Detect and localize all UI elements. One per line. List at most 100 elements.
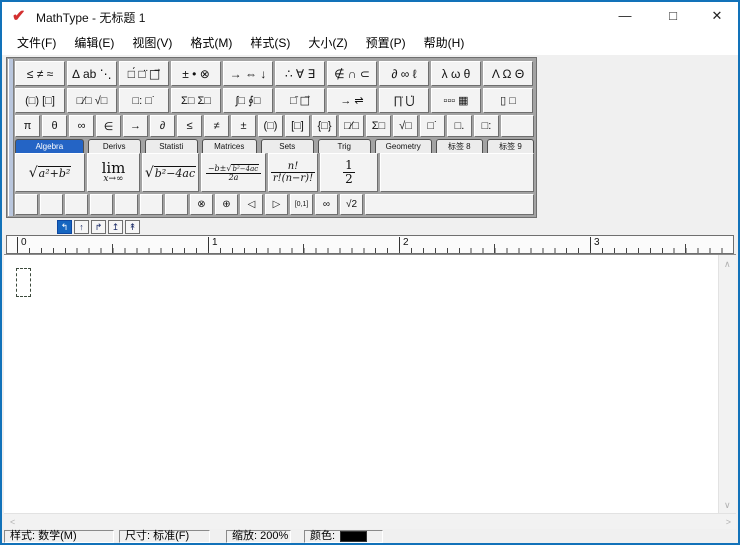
template-row-empty-area [380, 153, 534, 192]
empty-slot-button[interactable] [140, 194, 163, 215]
sqrt2-button[interactable]: √2 [340, 194, 363, 215]
palette-greek-upper-button[interactable]: Λ Ω Θ [483, 61, 533, 86]
quadratic-expression: −b±√b²−4ac 2a [206, 164, 261, 182]
tab-statistics[interactable]: Statisti [145, 139, 198, 153]
palette-matrix-button[interactable]: ▫▫▫ ▦ [431, 88, 481, 113]
symbol-neq-button[interactable]: ≠ [204, 115, 229, 137]
template-one-half-button[interactable]: 1 2 [320, 153, 378, 192]
symbol-partial-button[interactable]: ∂ [150, 115, 175, 137]
tab-label-9[interactable]: 标签 9 [487, 139, 534, 153]
tab-label-8[interactable]: 标签 8 [436, 139, 483, 153]
menu-file[interactable]: 文件(F) [8, 31, 65, 54]
equation-canvas[interactable]: ∧ ∨ < > [4, 254, 736, 531]
scroll-down-icon[interactable]: ∨ [724, 501, 731, 510]
close-button[interactable]: ✕ [700, 2, 734, 30]
palette-set-theory-button[interactable]: ∉ ∩ ⊂ [327, 61, 377, 86]
radicand-text: a²+b² [38, 166, 72, 180]
circle-plus-button[interactable]: ⊕ [215, 194, 238, 215]
palette-greek-lower-button[interactable]: λ ω θ [431, 61, 481, 86]
tab-algebra[interactable]: Algebra [15, 139, 84, 153]
status-zoom-field[interactable]: 缩放: 200% [226, 530, 291, 543]
template-limit-button[interactable]: lim x→∞ [87, 153, 140, 192]
template-quadratic-formula-button[interactable]: −b±√b²−4ac 2a [201, 153, 266, 192]
menu-bar: 文件(F) 编辑(E) 视图(V) 格式(M) 样式(S) 大小(Z) 预置(P… [2, 30, 738, 55]
menu-edit[interactable]: 编辑(E) [65, 31, 123, 54]
symbol-plus-minus-button[interactable]: ± [231, 115, 256, 137]
scroll-right-icon[interactable]: > [726, 518, 731, 527]
symbol-theta-button[interactable]: θ [42, 115, 67, 137]
mini-arrow-button-4[interactable]: ↥ [108, 220, 123, 234]
infinity-small-button[interactable]: ∞ [315, 194, 338, 215]
palette-logic-button[interactable]: ∴ ∀ ∃ [275, 61, 325, 86]
symbol-pi-button[interactable]: π [15, 115, 40, 137]
palette-operators-button[interactable]: ± • ⊗ [171, 61, 221, 86]
vertical-scrollbar[interactable]: ∧ ∨ [718, 255, 736, 514]
interval-01-button[interactable]: [0,1] [290, 194, 313, 215]
template-sqrt-a2-b2-button[interactable]: √ a²+b² [15, 153, 85, 192]
symbol-element-of-button[interactable]: ∈ [96, 115, 121, 137]
empty-slot-button[interactable] [40, 194, 63, 215]
template-radical-button[interactable]: √□ [393, 115, 418, 137]
menu-size[interactable]: 大小(Z) [299, 31, 356, 54]
mini-arrow-button-2[interactable]: ↑ [74, 220, 89, 234]
template-fraction-button[interactable]: □∕□ [339, 115, 364, 137]
menu-help[interactable]: 帮助(H) [415, 31, 474, 54]
palette-summation-button[interactable]: Σ□ Σ□ [171, 88, 221, 113]
palette-product-union-button[interactable]: ∏̇ ⋃̇ [379, 88, 429, 113]
tab-derivs[interactable]: Derivs [88, 139, 141, 153]
palette-labeled-arrows-button[interactable]: → ⇌ [327, 88, 377, 113]
empty-slot-button[interactable] [90, 194, 113, 215]
template-braces-button[interactable]: {□} [312, 115, 337, 137]
color-swatch [340, 531, 367, 542]
menu-view[interactable]: 视图(V) [123, 31, 181, 54]
palette-subscript-superscript-button[interactable]: □: □˙ [119, 88, 169, 113]
scroll-up-icon[interactable]: ∧ [724, 260, 731, 269]
palette-spaces-ellipses-button[interactable]: ∆ ab ⋱ [67, 61, 117, 86]
palette-boxes-button[interactable]: ▯ □ [483, 88, 533, 113]
maximize-button[interactable]: □ [656, 2, 690, 30]
palette-integral-button[interactable]: ∫□ ∮□ [223, 88, 273, 113]
symbol-right-arrow-button[interactable]: → [123, 115, 148, 137]
template-sum-button[interactable]: Σ□ [366, 115, 391, 137]
minimize-button[interactable]: — [608, 2, 642, 30]
template-subscript-button[interactable]: □. [447, 115, 472, 137]
empty-slot-button[interactable] [115, 194, 138, 215]
palette-fences-button[interactable]: (□) [□] [15, 88, 65, 113]
triangle-left-button[interactable]: ◁ [240, 194, 263, 215]
symbol-infinity-button[interactable]: ∞ [69, 115, 94, 137]
menu-style[interactable]: 样式(S) [241, 31, 299, 54]
palette-arrows-button[interactable]: → ⇔ ↓ [223, 61, 273, 86]
status-size-field[interactable]: 尺寸: 标准(F) [119, 530, 210, 543]
empty-slot-button[interactable] [15, 194, 38, 215]
mini-arrow-button-5[interactable]: ↟ [125, 220, 140, 234]
symbol-leq-button[interactable]: ≤ [177, 115, 202, 137]
empty-slot-button[interactable] [65, 194, 88, 215]
triangle-right-button[interactable]: ▷ [265, 194, 288, 215]
menu-preferences[interactable]: 预置(P) [357, 31, 415, 54]
tab-sets[interactable]: Sets [261, 139, 314, 153]
template-superscript-button[interactable]: □˙ [420, 115, 445, 137]
palette-fraction-radical-button[interactable]: □∕□ √□ [67, 88, 117, 113]
template-brackets-button[interactable]: [□] [285, 115, 310, 137]
template-supsub-button[interactable]: □: [474, 115, 499, 137]
status-color-field[interactable]: 颜色: [304, 530, 383, 543]
template-sqrt-discriminant-button[interactable]: √ b²−4ac [142, 153, 199, 192]
tab-geometry[interactable]: Geometry [375, 139, 432, 153]
insertion-slot[interactable] [16, 268, 31, 297]
template-binomial-button[interactable]: n! r!(n−r)! [268, 153, 318, 192]
mini-arrow-button-3[interactable]: ↱ [91, 220, 106, 234]
template-parentheses-button[interactable]: (□) [258, 115, 283, 137]
empty-slot-button[interactable] [165, 194, 188, 215]
mini-arrow-button-1[interactable]: ↰ [57, 220, 72, 234]
toolbar-grip[interactable] [8, 59, 14, 216]
palette-relational-button[interactable]: ≤ ≠ ≈ [15, 61, 65, 86]
palette-overbar-vector-button[interactable]: □̄ □⃗ [275, 88, 325, 113]
tab-matrices[interactable]: Matrices [202, 139, 257, 153]
palette-embellishments-button[interactable]: □́ □̈ □⃗ [119, 61, 169, 86]
circle-times-button[interactable]: ⊗ [190, 194, 213, 215]
tab-trig[interactable]: Trig [318, 139, 371, 153]
status-style-field[interactable]: 样式: 数学(M) [4, 530, 114, 543]
menu-format[interactable]: 格式(M) [181, 31, 241, 54]
scroll-left-icon[interactable]: < [10, 518, 15, 527]
palette-misc-symbols-button[interactable]: ∂ ∞ ℓ [379, 61, 429, 86]
